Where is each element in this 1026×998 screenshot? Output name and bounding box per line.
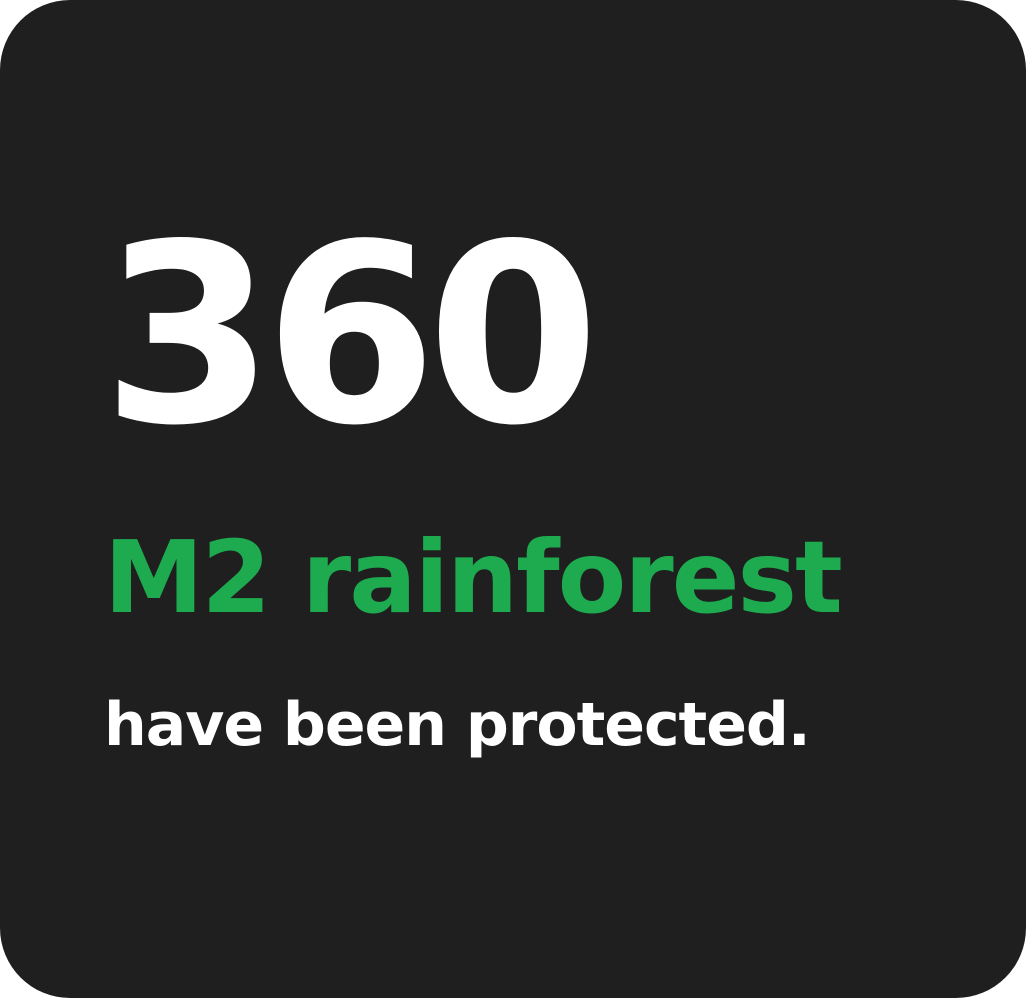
stat-caption: have been protected. bbox=[104, 690, 811, 760]
stat-number: 360 bbox=[102, 192, 600, 480]
stat-card: 360 M2 rainforest have been protected. bbox=[0, 0, 1026, 998]
stat-unit: M2 rainforest bbox=[104, 519, 843, 636]
